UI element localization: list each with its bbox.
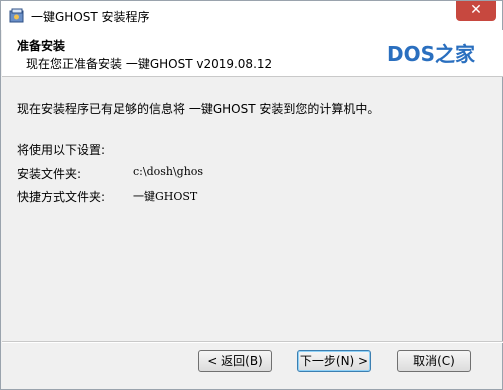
logo-text: DOS之家 (387, 42, 476, 66)
window-title: 一键GHOST 安装程序 (31, 10, 150, 24)
app-icon (9, 8, 24, 23)
back-button[interactable]: < 返回(B) (198, 350, 272, 372)
install-folder-value: c:\dosh\ghos (133, 165, 204, 178)
page-title: 准备安装 (17, 39, 66, 53)
shortcut-folder-label: 快捷方式文件夹: (17, 190, 106, 204)
wizard-content: 现在安装程序已有足够的信息将 一键GHOST 安装到您的计算机中。 将使用以下设… (2, 78, 503, 341)
cancel-button[interactable]: 取消(C) (397, 350, 471, 372)
intro-text: 现在安装程序已有足够的信息将 一键GHOST 安装到您的计算机中。 (17, 102, 380, 116)
close-button[interactable]: ✕ (456, 1, 496, 21)
installer-window: 一键GHOST 安装程序 ✕ 准备安装 现在您正准备安装 一键GHOST v20… (0, 0, 503, 390)
install-folder-label: 安装文件夹: (17, 167, 82, 181)
close-icon: ✕ (470, 2, 482, 18)
page-subtitle: 现在您正准备安装 一键GHOST v2019.08.12 (26, 57, 273, 71)
wizard-header: 准备安装 现在您正准备安装 一键GHOST v2019.08.12 DOS之家 (2, 30, 503, 77)
title-bar[interactable]: 一键GHOST 安装程序 ✕ (1, 1, 502, 30)
shortcut-folder-value: 一键GHOST (133, 190, 198, 203)
dos-home-logo: DOS之家 (387, 42, 476, 66)
settings-heading: 将使用以下设置: (17, 143, 106, 157)
next-button[interactable]: 下一步(N) > (297, 350, 371, 372)
footer-divider (2, 341, 503, 343)
